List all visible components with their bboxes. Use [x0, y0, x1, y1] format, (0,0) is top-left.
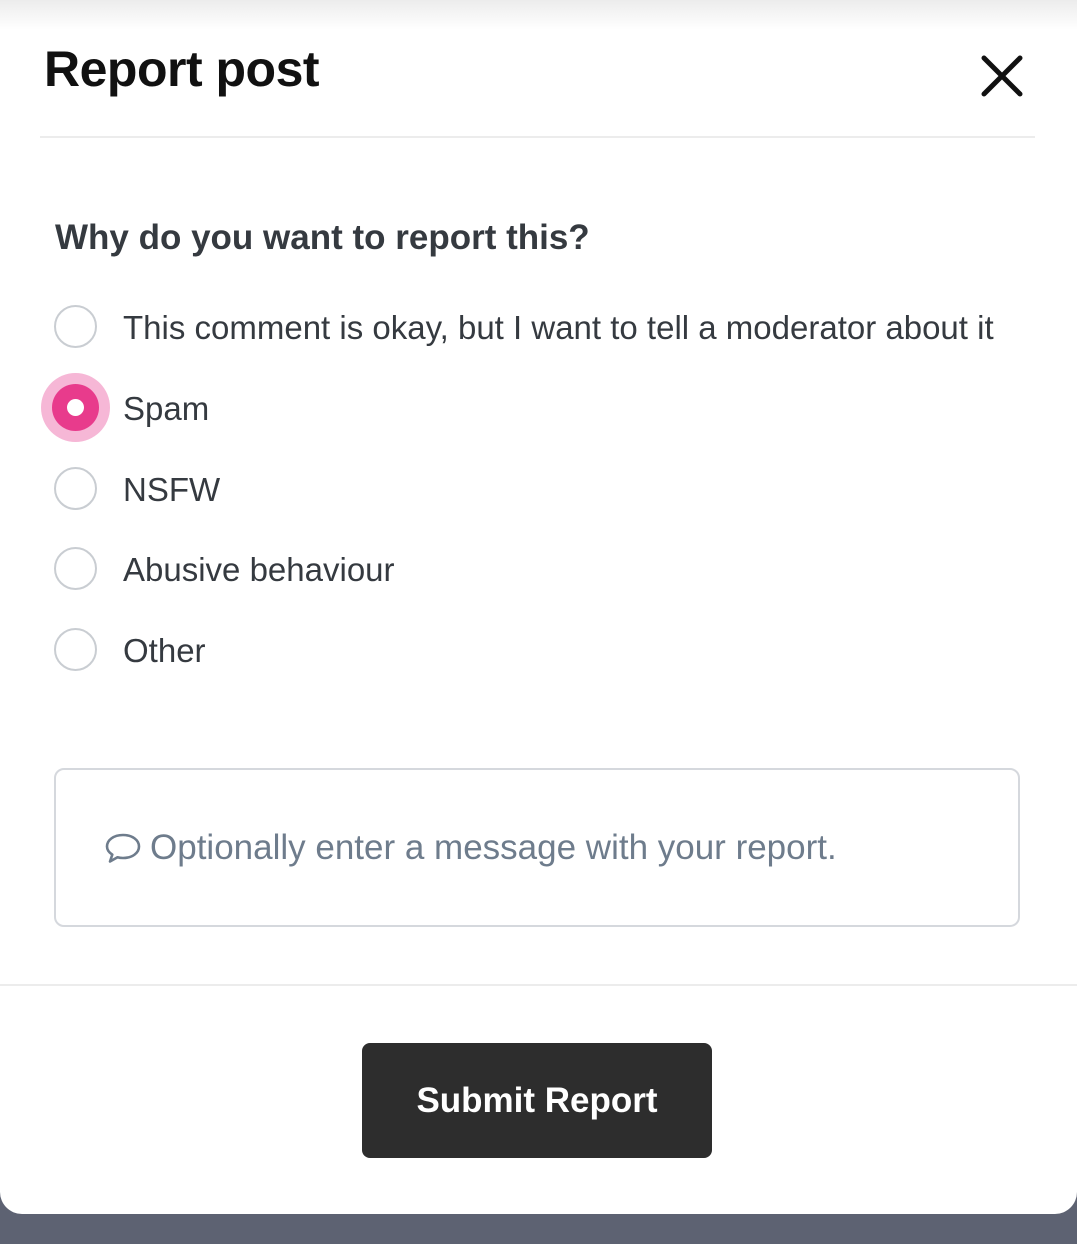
close-icon	[981, 55, 1023, 97]
reason-label: NSFW	[123, 471, 221, 508]
message-placeholder: Optionally enter a message with your rep…	[150, 827, 837, 867]
reason-option-tell-moderator[interactable]: This comment is okay, but I want to tell…	[40, 293, 994, 363]
radio-button[interactable]	[54, 628, 97, 671]
reason-label: Spam	[123, 390, 210, 427]
submit-report-button[interactable]: Submit Report	[362, 1043, 712, 1158]
reason-option-other[interactable]: Other	[40, 616, 206, 686]
radio-button[interactable]	[54, 547, 97, 590]
radio-button-selected[interactable]	[52, 384, 99, 431]
reason-label: Abusive behaviour	[123, 551, 395, 588]
report-message-input[interactable]: Optionally enter a message with your rep…	[54, 768, 1020, 927]
dialog-title: Report post	[44, 41, 320, 97]
report-dialog: Report post Why do you want to report th…	[0, 0, 1077, 1214]
close-button[interactable]	[972, 46, 1032, 106]
reason-label: Other	[123, 632, 206, 669]
radio-button[interactable]	[54, 305, 97, 348]
report-question: Why do you want to report this?	[55, 218, 590, 257]
header-divider	[40, 136, 1035, 138]
footer-divider	[0, 984, 1077, 986]
reason-option-abusive[interactable]: Abusive behaviour	[40, 535, 395, 605]
radio-button[interactable]	[54, 467, 97, 510]
reason-label: This comment is okay, but I want to tell…	[123, 309, 994, 346]
reason-option-nsfw[interactable]: NSFW	[40, 455, 220, 525]
reason-option-spam[interactable]: Spam	[40, 374, 209, 444]
dialog-header: Report post	[0, 0, 1077, 138]
speech-bubble-icon	[105, 833, 141, 863]
